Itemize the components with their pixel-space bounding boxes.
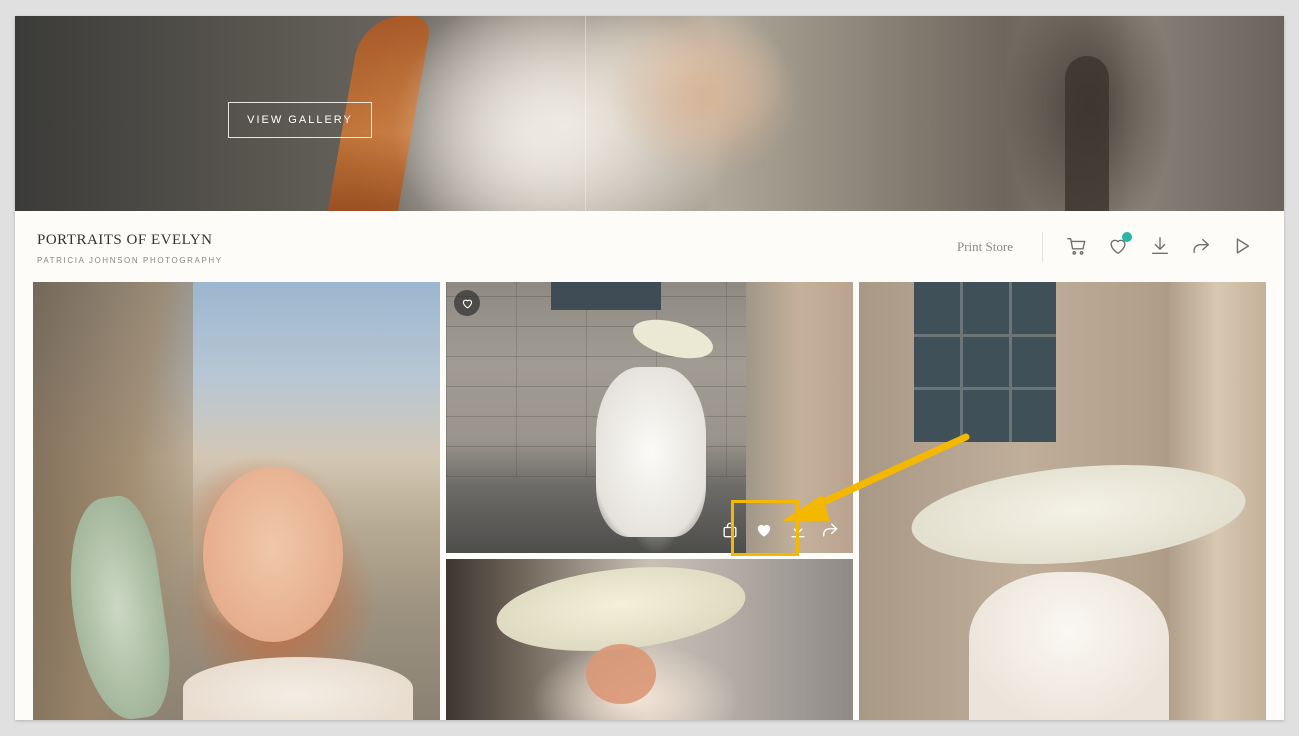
- photo-face: [203, 467, 343, 642]
- photo-figure: [969, 572, 1169, 720]
- gallery-subtitle: PATRICIA JOHNSON PHOTOGRAPHY: [37, 256, 223, 265]
- card-favorite-heart-icon[interactable]: [454, 290, 480, 316]
- gallery-page: VIEW GALLERY PORTRAITS OF EVELYN PATRICI…: [15, 16, 1284, 720]
- hero-divider: [585, 16, 586, 211]
- play-slideshow-icon[interactable]: [1231, 235, 1253, 257]
- photo-collar: [183, 657, 413, 720]
- photo-window: [914, 282, 1056, 442]
- favorites-indicator-dot: [1122, 232, 1132, 242]
- share-icon[interactable]: [1190, 235, 1212, 257]
- view-gallery-button[interactable]: VIEW GALLERY: [228, 102, 372, 138]
- hero-cover-image: VIEW GALLERY: [15, 16, 1284, 211]
- hero-dress: [375, 16, 855, 211]
- gallery-title: PORTRAITS OF EVELYN: [37, 232, 213, 248]
- cart-icon[interactable]: [1066, 235, 1088, 257]
- hero-arch: [1065, 56, 1109, 211]
- download-icon[interactable]: [1149, 235, 1171, 257]
- header-separator: [1042, 232, 1043, 262]
- annotation-arrow-icon: [782, 433, 970, 521]
- photo-portrait-freckles[interactable]: [33, 282, 440, 720]
- print-store-link[interactable]: Print Store: [957, 239, 1013, 255]
- photo-face: [586, 644, 656, 704]
- photo-window: [551, 282, 661, 310]
- photo-hat-rooftop[interactable]: [446, 559, 853, 720]
- photo-dress: [596, 367, 706, 537]
